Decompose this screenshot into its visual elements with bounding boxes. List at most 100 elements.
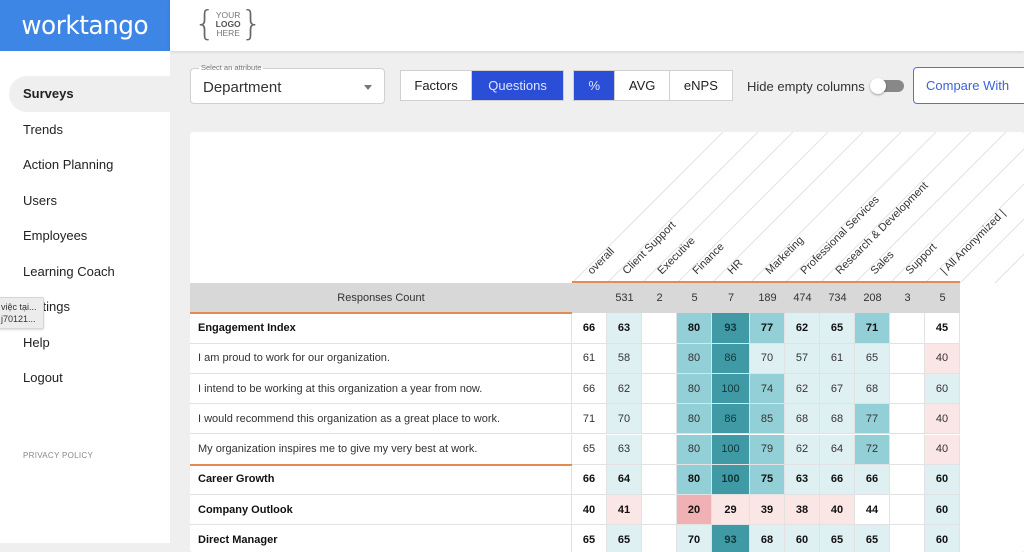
heatmap-cell[interactable]: 62 [607, 373, 642, 405]
heatmap-cell[interactable] [642, 404, 677, 435]
heatmap-cell[interactable]: 66 [855, 464, 890, 496]
heatmap-cell[interactable]: 68 [750, 525, 785, 552]
heatmap-cell[interactable]: 70 [677, 525, 712, 552]
heatmap-cell[interactable]: 38 [785, 495, 820, 526]
heatmap-cell[interactable] [890, 525, 925, 552]
brand-logo[interactable]: worktango [0, 0, 170, 51]
privacy-policy-link[interactable]: PRIVACY POLICY [23, 451, 93, 460]
toggle-knob[interactable] [870, 78, 886, 94]
heatmap-cell[interactable] [642, 434, 677, 465]
heatmap-cell[interactable]: 80 [677, 404, 712, 435]
heatmap-cell[interactable]: 65 [607, 525, 642, 552]
heatmap-cell[interactable]: 86 [712, 343, 750, 374]
heatmap-cell[interactable] [890, 404, 925, 435]
heatmap-cell[interactable] [642, 343, 677, 374]
heatmap-cell[interactable]: 75 [750, 464, 785, 496]
heatmap-cell[interactable] [890, 343, 925, 374]
sidebar-item-logout[interactable]: Logout [0, 360, 170, 396]
heatmap-cell[interactable] [890, 313, 925, 344]
heatmap-cell[interactable]: 63 [785, 464, 820, 496]
question-row[interactable]: I intend to be working at this organizat… [190, 373, 960, 405]
tab-enps[interactable]: eNPS [670, 71, 732, 100]
heatmap-cell[interactable]: 68 [855, 373, 890, 405]
hide-empty-columns-toggle[interactable] [870, 78, 904, 94]
factor-row[interactable]: Company Outlook 40 41 20 29 39 38 40 44 60 [190, 495, 960, 526]
heatmap-cell[interactable]: 71 [572, 404, 607, 435]
heatmap-cell[interactable]: 63 [607, 434, 642, 465]
heatmap-cell[interactable]: 60 [925, 373, 960, 405]
heatmap-cell[interactable]: 62 [785, 434, 820, 465]
heatmap-cell[interactable]: 63 [607, 313, 642, 344]
heatmap-cell[interactable]: 61 [572, 343, 607, 374]
heatmap-cell[interactable]: 79 [750, 434, 785, 465]
heatmap-cell[interactable]: 100 [712, 434, 750, 465]
sidebar-item-surveys[interactable]: Surveys [9, 76, 170, 112]
heatmap-cell[interactable]: 93 [712, 525, 750, 552]
heatmap-cell[interactable]: 44 [855, 495, 890, 526]
heatmap-cell[interactable]: 65 [855, 525, 890, 552]
heatmap-cell[interactable]: 100 [712, 373, 750, 405]
question-row[interactable]: I would recommend this organization as a… [190, 404, 960, 435]
heatmap-cell[interactable]: 80 [677, 464, 712, 496]
question-row[interactable]: I am proud to work for our organization.… [190, 343, 960, 374]
heatmap-cell[interactable]: 62 [785, 313, 820, 344]
heatmap-cell[interactable]: 60 [925, 495, 960, 526]
heatmap-cell[interactable]: 62 [785, 373, 820, 405]
heatmap-cell[interactable]: 45 [925, 313, 960, 344]
heatmap-cell[interactable]: 93 [712, 313, 750, 344]
heatmap-cell[interactable] [890, 464, 925, 496]
heatmap-cell[interactable]: 57 [785, 343, 820, 374]
heatmap-cell[interactable]: 74 [750, 373, 785, 405]
heatmap-cell[interactable] [890, 373, 925, 405]
heatmap-cell[interactable]: 86 [712, 404, 750, 435]
heatmap-cell[interactable]: 40 [572, 495, 607, 526]
heatmap-cell[interactable]: 60 [925, 525, 960, 552]
heatmap-cell[interactable]: 70 [750, 343, 785, 374]
compare-with-button[interactable]: Compare With [913, 67, 1024, 104]
heatmap-cell[interactable]: 40 [925, 434, 960, 465]
factor-row[interactable]: Engagement Index 66 63 80 93 77 62 65 71 45 [190, 313, 960, 344]
heatmap-cell[interactable]: 71 [855, 313, 890, 344]
sidebar-item-action-planning[interactable]: Action Planning [0, 147, 170, 183]
heatmap-cell[interactable]: 66 [572, 373, 607, 405]
heatmap-cell[interactable]: 72 [855, 434, 890, 465]
heatmap-cell[interactable]: 80 [677, 434, 712, 465]
heatmap-cell[interactable]: 65 [855, 343, 890, 374]
heatmap-cell[interactable]: 29 [712, 495, 750, 526]
factor-row[interactable]: Direct Manager 65 65 70 93 68 60 65 65 60 [190, 525, 960, 552]
sidebar-item-help[interactable]: Help [0, 325, 170, 361]
heatmap-cell[interactable]: 65 [572, 525, 607, 552]
heatmap-cell[interactable]: 58 [607, 343, 642, 374]
heatmap-cell[interactable]: 40 [925, 404, 960, 435]
heatmap-cell[interactable]: 85 [750, 404, 785, 435]
tab-factors[interactable]: Factors [401, 71, 473, 100]
heatmap-cell[interactable]: 60 [925, 464, 960, 496]
attribute-select[interactable]: Select an attribute Department [190, 63, 385, 104]
tab-percent[interactable]: % [574, 71, 616, 100]
sidebar-item-employees[interactable]: Employees [0, 218, 170, 254]
heatmap-cell[interactable] [642, 525, 677, 552]
heatmap-cell[interactable]: 80 [677, 373, 712, 405]
heatmap-cell[interactable]: 67 [820, 373, 855, 405]
heatmap-cell[interactable]: 65 [820, 525, 855, 552]
question-row[interactable]: My organization inspires me to give my v… [190, 434, 960, 465]
tab-questions[interactable]: Questions [472, 71, 563, 100]
heatmap-cell[interactable]: 61 [820, 343, 855, 374]
heatmap-cell[interactable]: 100 [712, 464, 750, 496]
heatmap-cell[interactable] [890, 434, 925, 465]
heatmap-cell[interactable]: 40 [925, 343, 960, 374]
factor-row[interactable]: Career Growth 66 64 80 100 75 63 66 66 60 [190, 464, 960, 496]
heatmap-cell[interactable] [642, 495, 677, 526]
heatmap-cell[interactable]: 70 [607, 404, 642, 435]
heatmap-cell[interactable]: 20 [677, 495, 712, 526]
heatmap-cell[interactable]: 66 [572, 313, 607, 344]
heatmap-cell[interactable]: 65 [572, 434, 607, 465]
heatmap-cell[interactable]: 66 [572, 464, 607, 496]
heatmap-cell[interactable] [642, 373, 677, 405]
tab-avg[interactable]: AVG [615, 71, 670, 100]
heatmap-cell[interactable]: 80 [677, 313, 712, 344]
heatmap-cell[interactable]: 64 [607, 464, 642, 496]
heatmap-cell[interactable]: 64 [820, 434, 855, 465]
heatmap-cell[interactable]: 77 [855, 404, 890, 435]
sidebar-item-users[interactable]: Users [0, 183, 170, 219]
